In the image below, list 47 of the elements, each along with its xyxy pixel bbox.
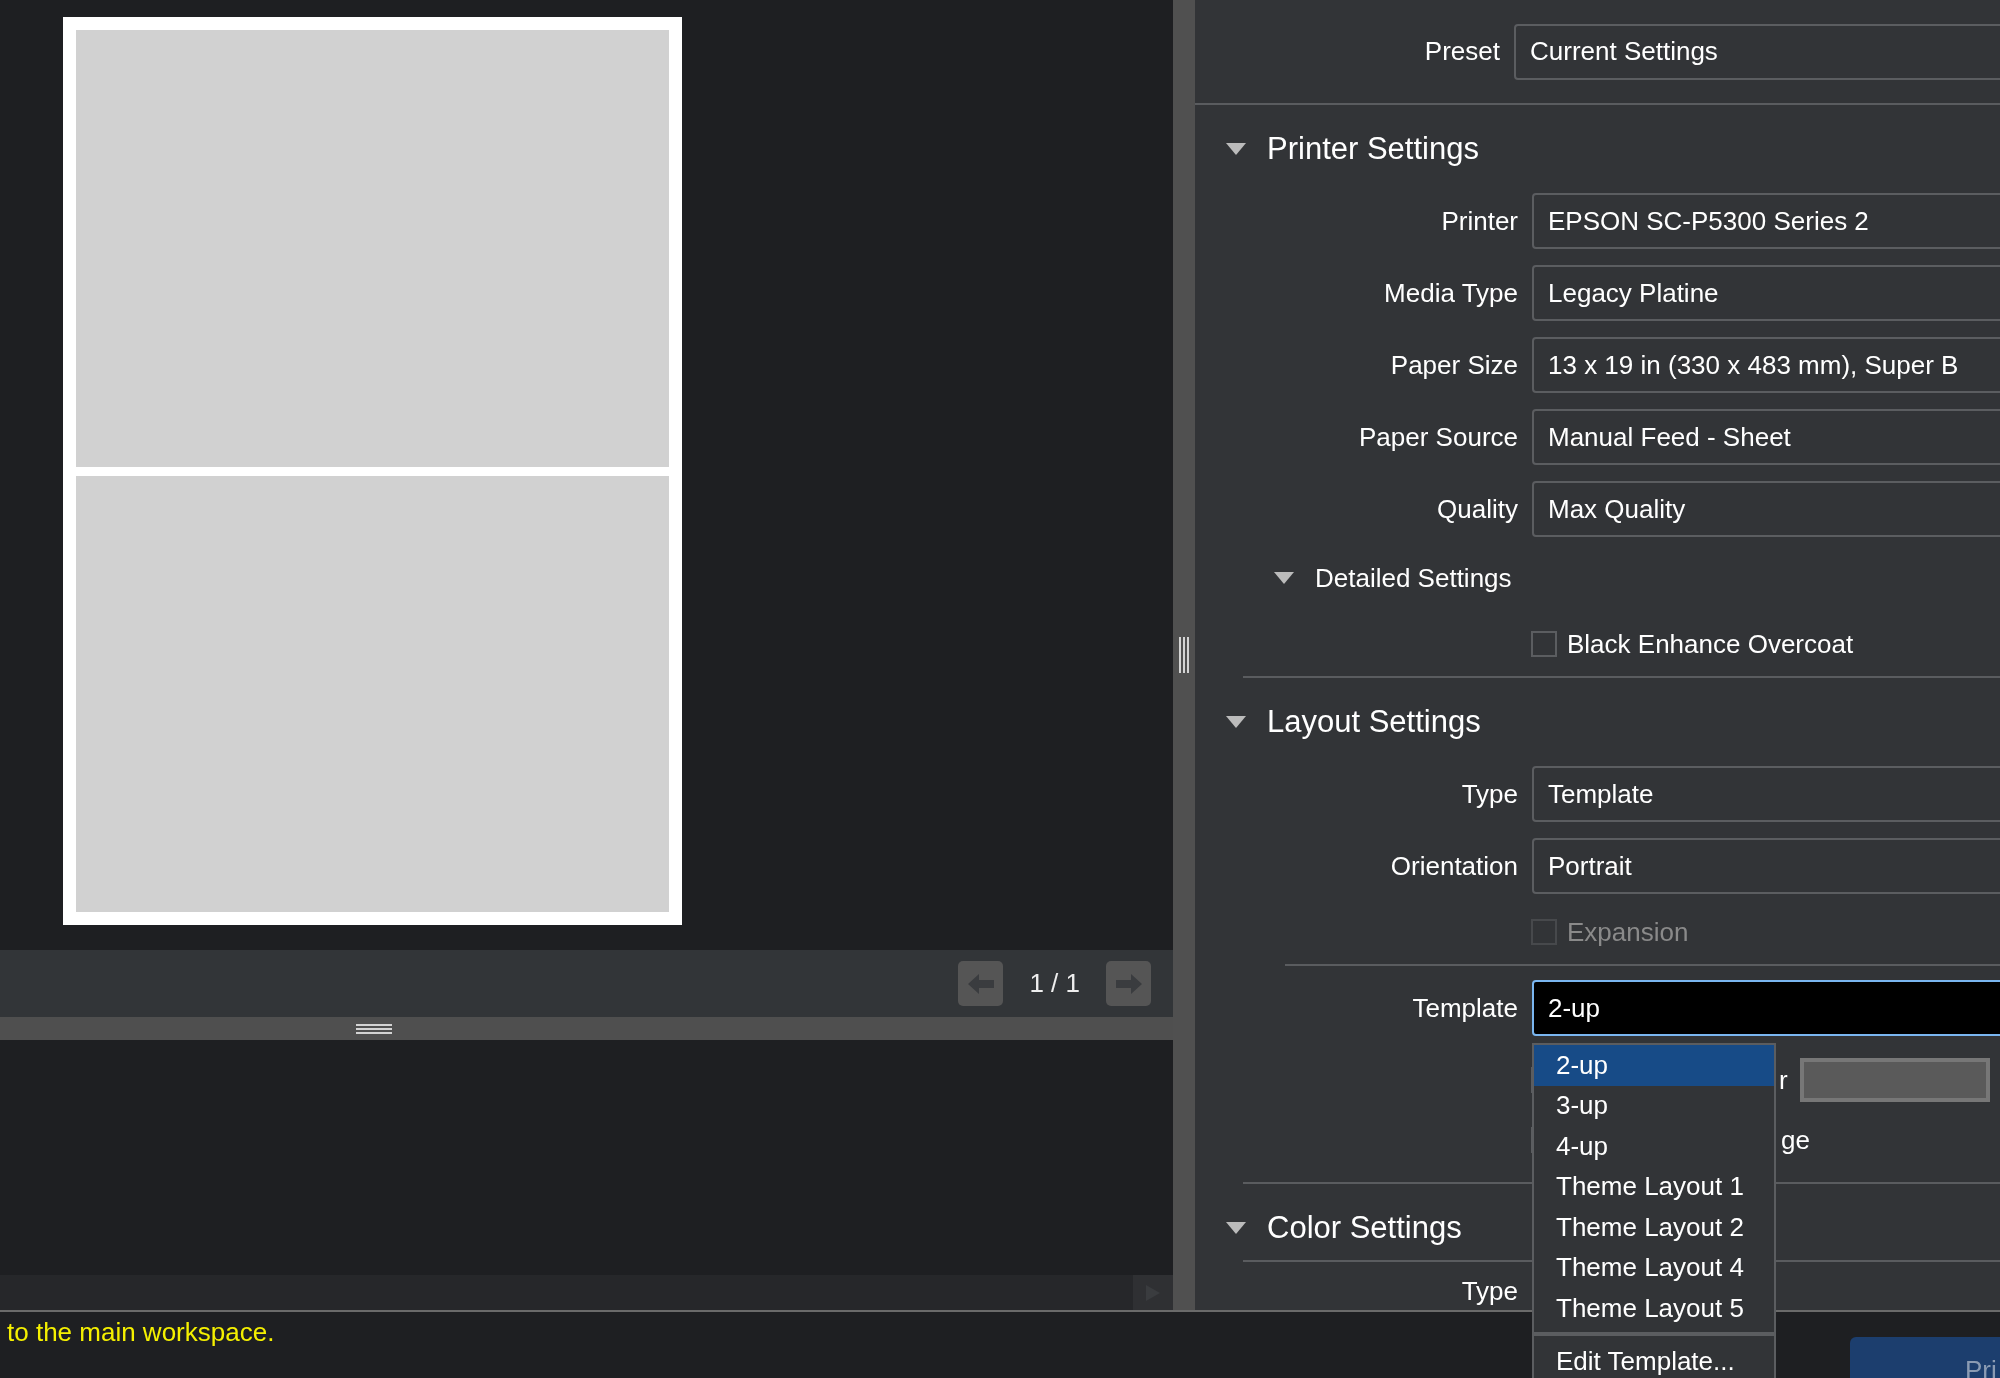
input-field[interactable] bbox=[1799, 1058, 1990, 1102]
checkbox-label: Expansion bbox=[1567, 916, 1689, 948]
page-number: 1 / 1 bbox=[1029, 968, 1080, 999]
dropdown-field[interactable]: Portrait bbox=[1532, 838, 2000, 894]
field-label: Paper Source bbox=[1358, 421, 1518, 453]
field-label: Paper Size bbox=[1389, 349, 1518, 381]
dropdown-field[interactable]: EPSON SC-P5300 Series 2 bbox=[1532, 193, 2000, 249]
disclosure-icon[interactable] bbox=[1273, 571, 1295, 585]
arrow-right-icon bbox=[1113, 971, 1144, 996]
preset-select[interactable]: Current Settings bbox=[1514, 23, 2000, 80]
field-label: Printer bbox=[1440, 205, 1518, 237]
menu-item[interactable]: Theme Layout 1 bbox=[1534, 1166, 1774, 1207]
checkbox-label: ge bbox=[1781, 1124, 1810, 1156]
field-label: Type bbox=[1460, 778, 1518, 810]
disclosure-icon[interactable] bbox=[1225, 715, 1247, 729]
menu-item[interactable]: 2-up bbox=[1534, 1045, 1774, 1086]
dropdown-field[interactable]: Legacy Platine bbox=[1532, 265, 2000, 321]
checkbox[interactable] bbox=[1531, 631, 1557, 657]
disclosure-icon[interactable] bbox=[1225, 1221, 1247, 1235]
section-title: Layout Settings bbox=[1267, 704, 1481, 740]
menu-item[interactable]: 3-up bbox=[1534, 1085, 1774, 1126]
disclosure-icon[interactable] bbox=[1225, 142, 1247, 156]
grip-icon[interactable] bbox=[356, 1023, 392, 1034]
section-title: Color Settings bbox=[1267, 1210, 1462, 1246]
dropdown-field[interactable]: Template bbox=[1532, 766, 2000, 822]
checkbox-label: Black Enhance Overcoat bbox=[1567, 628, 1854, 660]
field-label: Type bbox=[1460, 1276, 1518, 1306]
section-title: Printer Settings bbox=[1267, 131, 1479, 167]
field-label: Preset bbox=[1423, 36, 1500, 67]
grip-icon[interactable] bbox=[1179, 637, 1189, 673]
field-label: r bbox=[1779, 1064, 1788, 1096]
field-label: Orientation bbox=[1389, 850, 1518, 882]
menu-item[interactable]: Edit Template... bbox=[1534, 1341, 1774, 1378]
print-button[interactable]: Pri bbox=[1850, 1337, 2000, 1378]
status-message: to the main workspace. bbox=[7, 1317, 275, 1348]
menu-item[interactable]: 4-up bbox=[1534, 1126, 1774, 1167]
subsection-title: Detailed Settings bbox=[1315, 562, 1512, 594]
field-label: Template bbox=[1411, 992, 1518, 1024]
dropdown-field[interactable]: 13 x 19 in (330 x 483 mm), Super B bbox=[1532, 337, 2000, 393]
dropdown-field[interactable]: Max Quality bbox=[1532, 481, 2000, 537]
menu-item[interactable]: Theme Layout 2 bbox=[1534, 1207, 1774, 1248]
dropdown-field[interactable]: Manual Feed - Sheet bbox=[1532, 409, 2000, 465]
menu-item[interactable]: Theme Layout 4 bbox=[1534, 1247, 1774, 1288]
dropdown-field[interactable]: 2-up bbox=[1532, 980, 2000, 1036]
field-label: Quality bbox=[1436, 493, 1518, 525]
field-label: Media Type bbox=[1383, 277, 1518, 309]
menu-item[interactable]: Theme Layout 5 bbox=[1534, 1288, 1774, 1329]
